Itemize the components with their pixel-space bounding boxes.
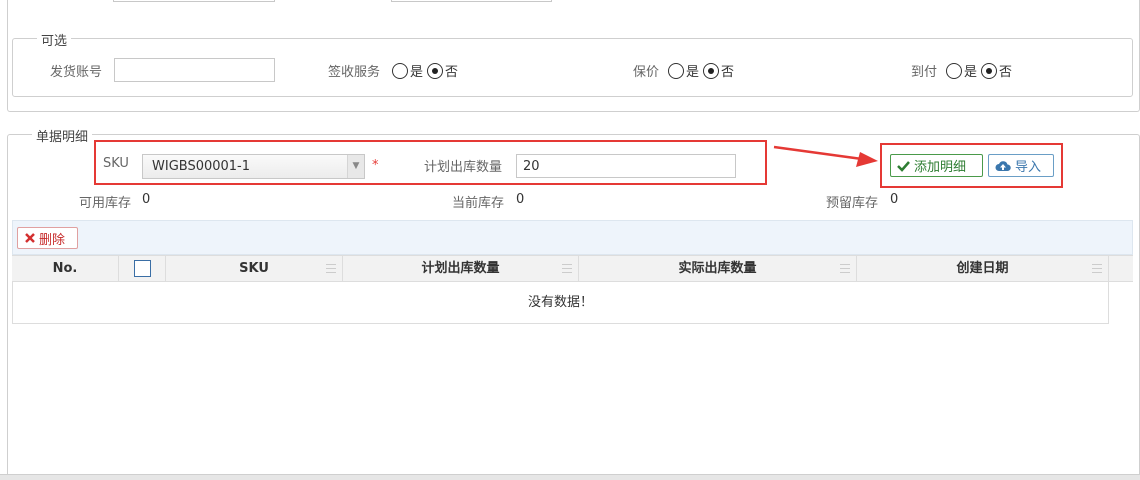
horizontal-scrollbar[interactable] xyxy=(0,474,1140,480)
cod-no-label: 否 xyxy=(999,65,1013,80)
sku-select[interactable]: WIGBS00001-1 ▼ xyxy=(142,154,365,179)
column-menu-icon[interactable] xyxy=(562,264,572,273)
reserved-stock-value: 0 xyxy=(890,192,899,207)
column-header-created-date[interactable]: 创建日期 xyxy=(857,256,1109,282)
insure-yes-label: 是 xyxy=(686,65,700,80)
add-detail-button[interactable]: 添加明细 xyxy=(890,154,983,177)
insure-no-label: 否 xyxy=(721,65,735,80)
column-header-actual-qty-label: 实际出库数量 xyxy=(678,261,757,276)
available-stock-value: 0 xyxy=(142,192,151,207)
import-label: 导入 xyxy=(1015,160,1042,175)
column-menu-icon[interactable] xyxy=(326,264,336,273)
column-header-checkbox[interactable] xyxy=(119,256,166,282)
insure-yes-radio[interactable] xyxy=(668,62,684,79)
import-button[interactable]: 导入 xyxy=(988,154,1054,177)
column-header-planned-qty-label: 计划出库数量 xyxy=(421,261,500,276)
table-toolbar xyxy=(12,220,1133,255)
close-icon xyxy=(25,233,35,243)
current-stock-value: 0 xyxy=(516,192,525,207)
insure-radio-group: 是 否 xyxy=(668,61,738,80)
arrow-icon xyxy=(773,145,878,167)
optional-legend: 可选 xyxy=(37,30,72,49)
select-all-checkbox[interactable] xyxy=(133,260,151,277)
cloud-upload-icon xyxy=(995,160,1011,171)
sign-service-radio-group: 是 否 xyxy=(392,61,462,80)
column-header-sku-label: SKU xyxy=(239,261,269,276)
table-empty-row: 没有数据！ xyxy=(12,282,1109,324)
table-header: No. SKU 计划出库数量 实际出库数量 创建日期 xyxy=(12,255,1133,282)
account-label: 发货账号 xyxy=(50,65,103,80)
sign-service-no-radio[interactable] xyxy=(427,62,444,79)
qty-input[interactable] xyxy=(516,154,736,178)
sku-label: SKU xyxy=(103,156,129,171)
cod-yes-label: 是 xyxy=(964,65,978,80)
cod-no-radio[interactable] xyxy=(981,62,998,79)
sign-service-no-label: 否 xyxy=(445,65,459,80)
check-icon xyxy=(897,160,910,172)
sign-service-label: 签收服务 xyxy=(328,65,381,80)
cod-radio-group: 是 否 xyxy=(946,61,1016,80)
sku-select-value: WIGBS00001-1 xyxy=(152,159,251,174)
column-header-no[interactable]: No. xyxy=(12,256,119,282)
reserved-stock-label: 预留库存 xyxy=(826,196,879,211)
column-header-sku[interactable]: SKU xyxy=(166,256,343,282)
insure-label: 保价 xyxy=(633,65,660,80)
cod-yes-radio[interactable] xyxy=(946,62,962,79)
empty-text: 没有数据！ xyxy=(527,295,593,310)
qty-label: 计划出库数量 xyxy=(424,160,503,175)
insure-no-radio[interactable] xyxy=(703,62,720,79)
chevron-down-icon[interactable]: ▼ xyxy=(347,155,364,178)
column-header-actual-qty[interactable]: 实际出库数量 xyxy=(579,256,857,282)
detail-legend: 单据明细 xyxy=(32,126,93,145)
sign-service-yes-radio[interactable] xyxy=(392,62,408,79)
required-mark: * xyxy=(372,158,379,173)
available-stock-label: 可用库存 xyxy=(79,196,132,211)
current-stock-label: 当前库存 xyxy=(452,196,505,211)
top-input-2[interactable] xyxy=(391,0,552,2)
top-input-1[interactable] xyxy=(113,0,275,2)
add-detail-label: 添加明细 xyxy=(914,160,967,175)
column-header-created-date-label: 创建日期 xyxy=(956,261,1009,276)
delete-label: 删除 xyxy=(39,232,66,248)
cod-label: 到付 xyxy=(911,65,938,80)
column-header-planned-qty[interactable]: 计划出库数量 xyxy=(343,256,579,282)
account-input[interactable] xyxy=(114,58,275,82)
column-menu-icon[interactable] xyxy=(840,264,850,273)
delete-button[interactable]: 删除 xyxy=(17,227,78,249)
column-menu-icon[interactable] xyxy=(1092,264,1102,273)
sign-service-yes-label: 是 xyxy=(410,65,424,80)
